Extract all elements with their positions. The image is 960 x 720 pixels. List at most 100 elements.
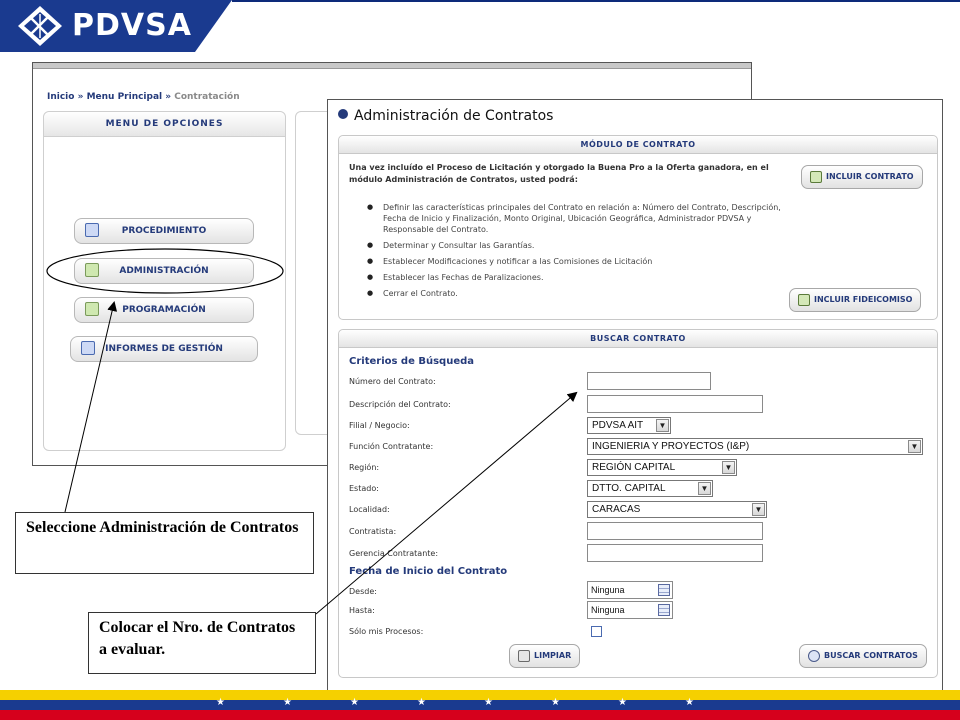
numero-label: Número del Contrato:	[349, 377, 436, 386]
button-label: INCLUIR CONTRATO	[826, 172, 914, 181]
star-icon: ★	[417, 697, 426, 708]
hasta-label: Hasta:	[349, 606, 375, 615]
select-value: PDVSA AIT	[592, 420, 644, 431]
calendar-icon[interactable]	[658, 604, 670, 616]
menu-item-administracion[interactable]: ADMINISTRACIÓN	[74, 258, 254, 284]
window-topbar	[33, 63, 751, 69]
calendar-icon[interactable]	[658, 584, 670, 596]
modulo-intro: Una vez incluído el Proceso de Licitació…	[349, 163, 769, 184]
menu-item-label: ADMINISTRACIÓN	[119, 266, 209, 276]
desde-label: Desde:	[349, 587, 377, 596]
breadcrumb-home[interactable]: Inicio	[47, 92, 74, 102]
pdvsa-logo-text: PDVSA	[72, 8, 192, 43]
chart-icon	[85, 263, 99, 277]
menu-item-procedimiento[interactable]: PROCEDIMIENTO	[74, 218, 254, 244]
chevron-down-icon[interactable]: ▼	[908, 440, 921, 453]
incluir-contrato-button[interactable]: INCLUIR CONTRATO	[801, 165, 923, 189]
contratista-input[interactable]	[587, 522, 763, 540]
window-title: Administración de Contratos	[338, 108, 553, 124]
descripcion-contrato-input[interactable]	[587, 395, 763, 413]
breadcrumb-menu[interactable]: Menu Principal	[87, 92, 163, 102]
hasta-date-input[interactable]: Ninguna	[587, 601, 673, 619]
funcion-select[interactable]: INGENIERIA Y PROYECTOS (I&P) ▼	[587, 438, 923, 455]
chevron-down-icon[interactable]: ▼	[656, 419, 669, 432]
buscar-title: BUSCAR CONTRATO	[339, 330, 937, 348]
localidad-label: Localidad:	[349, 505, 390, 514]
menu-panel: MENU DE OPCIONES PROCEDIMIENTO ADMINISTR…	[43, 111, 286, 451]
solo-procesos-checkbox[interactable]	[591, 626, 602, 637]
fecha-heading: Fecha de Inicio del Contrato	[349, 566, 508, 577]
region-select[interactable]: REGIÓN CAPITAL ▼	[587, 459, 737, 476]
descripcion-label: Descripción del Contrato:	[349, 400, 451, 409]
flag-stripe-blue	[0, 700, 960, 710]
estado-select[interactable]: DTTO. CAPITAL ▼	[587, 480, 713, 497]
chevron-down-icon[interactable]: ▼	[722, 461, 735, 474]
menu-item-label: INFORMES DE GESTIÓN	[105, 344, 223, 354]
gerencia-input[interactable]	[587, 544, 763, 562]
chevron-down-icon[interactable]: ▼	[752, 503, 765, 516]
breadcrumb-sep: »	[165, 92, 172, 102]
list-item: Establecer las Fechas de Paralizaciones.	[367, 272, 787, 283]
document-icon	[85, 223, 99, 237]
gerencia-label: Gerencia Contratante:	[349, 549, 439, 558]
modulo-contrato-box: MÓDULO DE CONTRATO Una vez incluído el P…	[338, 135, 938, 320]
add-document-icon	[810, 171, 822, 183]
incluir-fideicomiso-button[interactable]: INCLUIR FIDEICOMISO	[789, 288, 922, 312]
funcion-label: Función Contratante:	[349, 442, 434, 451]
limpiar-button[interactable]: LIMPIAR	[509, 644, 581, 668]
list-item: Definir las características principales …	[367, 202, 787, 235]
select-value: CARACAS	[592, 504, 641, 515]
pdvsa-logo-icon	[18, 6, 62, 46]
report-icon	[81, 341, 95, 355]
search-icon	[808, 650, 820, 662]
breadcrumb: Inicio » Menu Principal » Contratación	[47, 92, 240, 102]
select-value: DTTO. CAPITAL	[592, 483, 666, 494]
criterios-heading: Criterios de Búsqueda	[349, 356, 475, 367]
filial-select[interactable]: PDVSA AIT ▼	[587, 417, 671, 434]
star-icon: ★	[484, 697, 493, 708]
menu-title: MENU DE OPCIONES	[44, 112, 285, 137]
star-icon: ★	[350, 697, 359, 708]
slide: PDVSA Inicio » Menu Principal » Contrata…	[0, 0, 960, 720]
localidad-select[interactable]: CARACAS ▼	[587, 501, 767, 518]
star-icon: ★	[551, 697, 560, 708]
buscar-contrato-box: BUSCAR CONTRATO Criterios de Búsqueda Nú…	[338, 329, 938, 678]
numero-contrato-input[interactable]	[587, 372, 711, 390]
modulo-title: MÓDULO DE CONTRATO	[339, 136, 937, 154]
callout-seleccione: Seleccione Administración de Contratos	[15, 512, 314, 574]
flag-stripe-yellow	[0, 690, 960, 700]
select-value: INGENIERIA Y PROYECTOS (I&P)	[592, 441, 750, 452]
header-bar: PDVSA	[0, 0, 960, 52]
list-item: Determinar y Consultar las Garantías.	[367, 240, 787, 251]
list-item: Establecer Modificaciones y notificar a …	[367, 256, 787, 267]
star-icon: ★	[283, 697, 292, 708]
list-item: Cerrar el Contrato.	[367, 288, 787, 299]
buscar-contratos-button[interactable]: BUSCAR CONTRATOS	[799, 644, 927, 668]
menu-item-programacion[interactable]: PROGRAMACIÓN	[74, 297, 254, 323]
estado-label: Estado:	[349, 484, 379, 493]
window-title-text: Administración de Contratos	[354, 108, 554, 124]
button-label: LIMPIAR	[534, 651, 572, 660]
admin-contratos-window: Administración de Contratos MÓDULO DE CO…	[327, 99, 943, 694]
contratista-label: Contratista:	[349, 527, 397, 536]
star-icon: ★	[216, 697, 225, 708]
solo-procesos-label: Sólo mis Procesos:	[349, 627, 424, 636]
modulo-bullets: Definir las características principales …	[367, 202, 787, 304]
clear-icon	[518, 650, 530, 662]
breadcrumb-current: Contratación	[174, 92, 240, 102]
date-value: Ninguna	[591, 585, 625, 595]
title-bullet-icon	[338, 109, 348, 119]
chevron-down-icon[interactable]: ▼	[698, 482, 711, 495]
select-value: REGIÓN CAPITAL	[592, 462, 676, 473]
flag-stripe-red	[0, 710, 960, 720]
breadcrumb-sep: »	[77, 92, 84, 102]
region-label: Región:	[349, 463, 380, 472]
menu-item-informes[interactable]: INFORMES DE GESTIÓN	[70, 336, 258, 362]
add-document-icon	[798, 294, 810, 306]
desde-date-input[interactable]: Ninguna	[587, 581, 673, 599]
menu-item-label: PROGRAMACIÓN	[122, 305, 206, 315]
callout-colocar: Colocar el Nro. de Contratos a evaluar.	[88, 612, 316, 674]
button-label: BUSCAR CONTRATOS	[824, 651, 918, 660]
date-value: Ninguna	[591, 605, 625, 615]
star-icon: ★	[685, 697, 694, 708]
